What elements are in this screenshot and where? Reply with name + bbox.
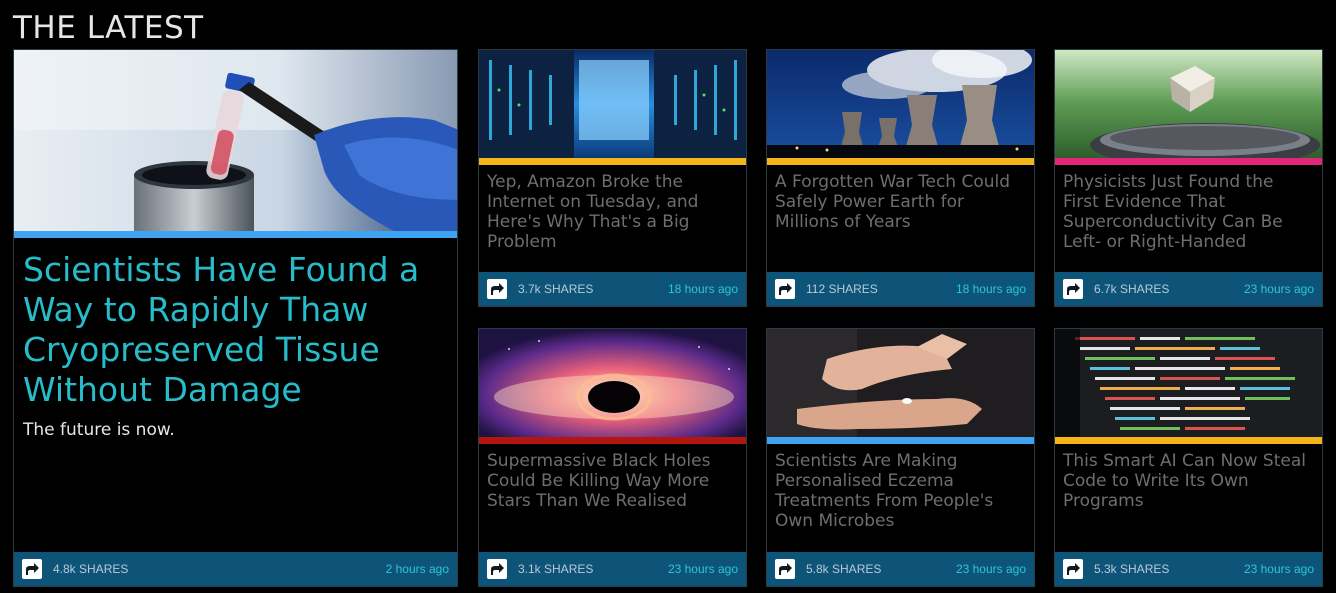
category-bar [479, 437, 746, 444]
article-card[interactable]: Scientists Are Making Personalised Eczem… [766, 328, 1035, 587]
timestamp: 18 hours ago [667, 282, 738, 296]
category-bar [767, 158, 1034, 165]
skin-cream-image[interactable] [767, 329, 1034, 437]
share-count: 4.8k SHARES [53, 562, 129, 576]
category-bar [1055, 437, 1322, 444]
article-title[interactable]: Scientists Are Making Personalised Eczem… [775, 451, 1026, 531]
share-icon[interactable] [775, 279, 795, 299]
timestamp: 23 hours ago [667, 562, 738, 576]
article-footer: 3.1k SHARES 23 hours ago [479, 552, 746, 586]
section-title: THE LATEST [13, 10, 204, 46]
article-footer: 112 SHARES 18 hours ago [767, 272, 1034, 306]
feature-article-card[interactable]: Scientists Have Found a Way to Rapidly T… [13, 49, 458, 587]
share-icon[interactable] [1063, 279, 1083, 299]
levitating-cube-image[interactable] [1055, 50, 1322, 158]
article-card[interactable]: Yep, Amazon Broke the Internet on Tuesda… [478, 49, 747, 307]
article-footer: 6.7k SHARES 23 hours ago [1055, 272, 1322, 306]
timestamp: 23 hours ago [1243, 282, 1314, 296]
category-bar [14, 231, 457, 238]
article-card[interactable]: Supermassive Black Holes Could Be Killin… [478, 328, 747, 587]
article-footer: 4.8k SHARES 2 hours ago [14, 552, 457, 586]
timestamp: 2 hours ago [385, 562, 449, 576]
article-title[interactable]: Supermassive Black Holes Could Be Killin… [487, 451, 738, 511]
timestamp: 23 hours ago [955, 562, 1026, 576]
article-card[interactable]: This Smart AI Can Now Steal Code to Writ… [1054, 328, 1323, 587]
share-count: 6.7k SHARES [1094, 282, 1170, 296]
share-icon[interactable] [1063, 559, 1083, 579]
article-title[interactable]: Yep, Amazon Broke the Internet on Tuesda… [487, 172, 738, 252]
timestamp: 18 hours ago [955, 282, 1026, 296]
article-footer: 3.7k SHARES 18 hours ago [479, 272, 746, 306]
category-bar [1055, 158, 1322, 165]
share-count: 5.3k SHARES [1094, 562, 1170, 576]
article-card[interactable]: Physicists Just Found the First Evidence… [1054, 49, 1323, 307]
share-icon[interactable] [487, 559, 507, 579]
code-screen-image[interactable] [1055, 329, 1322, 437]
share-count: 3.1k SHARES [518, 562, 594, 576]
category-bar [767, 437, 1034, 444]
share-count: 3.7k SHARES [518, 282, 594, 296]
article-title[interactable]: A Forgotten War Tech Could Safely Power … [775, 172, 1026, 232]
share-count: 5.8k SHARES [806, 562, 882, 576]
share-icon[interactable] [487, 279, 507, 299]
article-title[interactable]: Physicists Just Found the First Evidence… [1063, 172, 1314, 252]
black-hole-image[interactable] [479, 329, 746, 437]
article-card[interactable]: A Forgotten War Tech Could Safely Power … [766, 49, 1035, 307]
category-bar [479, 158, 746, 165]
lab-tube-tweezers-image[interactable] [14, 50, 457, 231]
share-icon[interactable] [22, 559, 42, 579]
article-footer: 5.3k SHARES 23 hours ago [1055, 552, 1322, 586]
article-title[interactable]: This Smart AI Can Now Steal Code to Writ… [1063, 451, 1314, 511]
cooling-towers-image[interactable] [767, 50, 1034, 158]
timestamp: 23 hours ago [1243, 562, 1314, 576]
feature-article-title[interactable]: Scientists Have Found a Way to Rapidly T… [23, 250, 448, 410]
share-count: 112 SHARES [806, 282, 878, 296]
feature-article-subtitle: The future is now. [23, 420, 175, 440]
server-room-image[interactable] [479, 50, 746, 158]
article-footer: 5.8k SHARES 23 hours ago [767, 552, 1034, 586]
share-icon[interactable] [775, 559, 795, 579]
